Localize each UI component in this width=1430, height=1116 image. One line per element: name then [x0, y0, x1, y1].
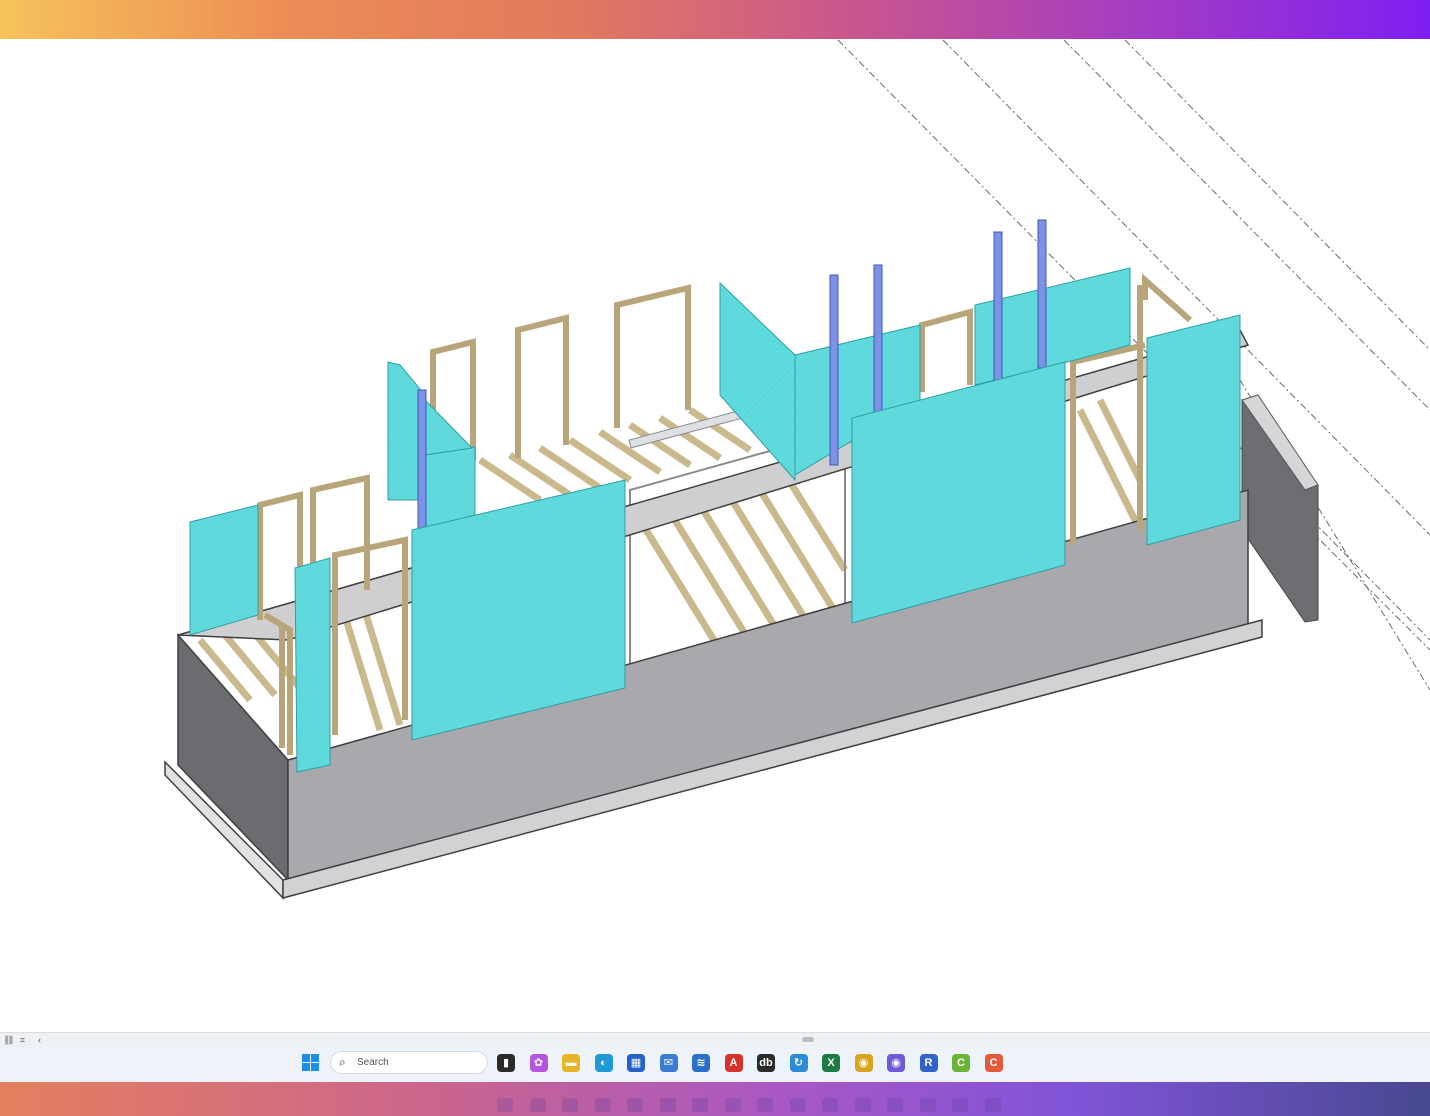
reflection-mark — [984, 1098, 1001, 1112]
crop-icon[interactable]: ⌗ — [20, 1034, 25, 1046]
3d-model-viewport[interactable] — [0, 39, 1430, 1032]
search-placeholder: Search — [357, 1057, 389, 1068]
edge-taskbar-icon[interactable]: ◐ — [594, 1054, 613, 1072]
microsoft-store-taskbar-icon[interactable]: ▦ — [627, 1054, 645, 1072]
cad-orange-taskbar-icon[interactable]: C — [984, 1054, 1003, 1072]
search-icon: ⌕ — [339, 1055, 346, 1069]
reflection-mark — [789, 1098, 806, 1112]
chrome-taskbar-icon[interactable]: ◉ — [854, 1054, 873, 1072]
windows-start-button[interactable] — [302, 1054, 319, 1071]
link-icon[interactable]: ⛓ — [3, 1034, 14, 1046]
reflection-mark — [919, 1098, 936, 1112]
cad-green-taskbar-icon[interactable]: C — [952, 1054, 970, 1072]
reflection-mark — [887, 1098, 903, 1112]
reflection-mark — [497, 1098, 513, 1112]
reflection-mark — [854, 1098, 871, 1112]
building-model-view[interactable] — [0, 39, 1430, 1032]
status-bar: ⛓ ⌗ ‹ — [0, 1032, 1430, 1047]
reflection-mark — [594, 1098, 611, 1112]
reflection-mark — [757, 1098, 773, 1112]
taskbar-search-box[interactable]: ⌕ Search — [330, 1051, 488, 1074]
taskbar-reflection — [295, 1098, 1015, 1114]
excel-taskbar-icon[interactable]: X — [822, 1054, 840, 1072]
reflection-mark — [529, 1098, 546, 1112]
file-explorer-taskbar-icon[interactable]: ▬ — [562, 1054, 580, 1072]
reflection-mark — [562, 1098, 578, 1112]
interior-wall-hatched — [719, 281, 796, 482]
stacked-app-taskbar-icon[interactable]: ≋ — [692, 1054, 710, 1072]
chevron-left-icon[interactable]: ‹ — [38, 1034, 41, 1046]
db-app-taskbar-icon[interactable]: db — [757, 1054, 775, 1072]
sync-app-taskbar-icon[interactable]: ↻ — [789, 1054, 808, 1072]
task-view-taskbar-icon[interactable]: ▮ — [497, 1054, 515, 1072]
reflection-mark — [692, 1098, 708, 1112]
chrome-profile-taskbar-icon[interactable]: ◉ — [887, 1054, 905, 1072]
autocad-taskbar-icon[interactable]: A — [724, 1054, 743, 1072]
reflection-mark — [724, 1098, 741, 1112]
mail-taskbar-icon[interactable]: ✉ — [659, 1054, 678, 1072]
taskbar — [0, 1046, 1430, 1082]
reflection-mark — [952, 1098, 968, 1112]
reflection-mark — [822, 1098, 838, 1112]
horizontal-scrollbar[interactable] — [802, 1037, 814, 1042]
revit-taskbar-icon[interactable]: R — [919, 1054, 938, 1072]
top-gradient-band — [0, 0, 1430, 39]
reflection-mark — [627, 1098, 643, 1112]
reflection-mark — [659, 1098, 676, 1112]
copilot-taskbar-icon[interactable]: ✿ — [529, 1054, 548, 1072]
